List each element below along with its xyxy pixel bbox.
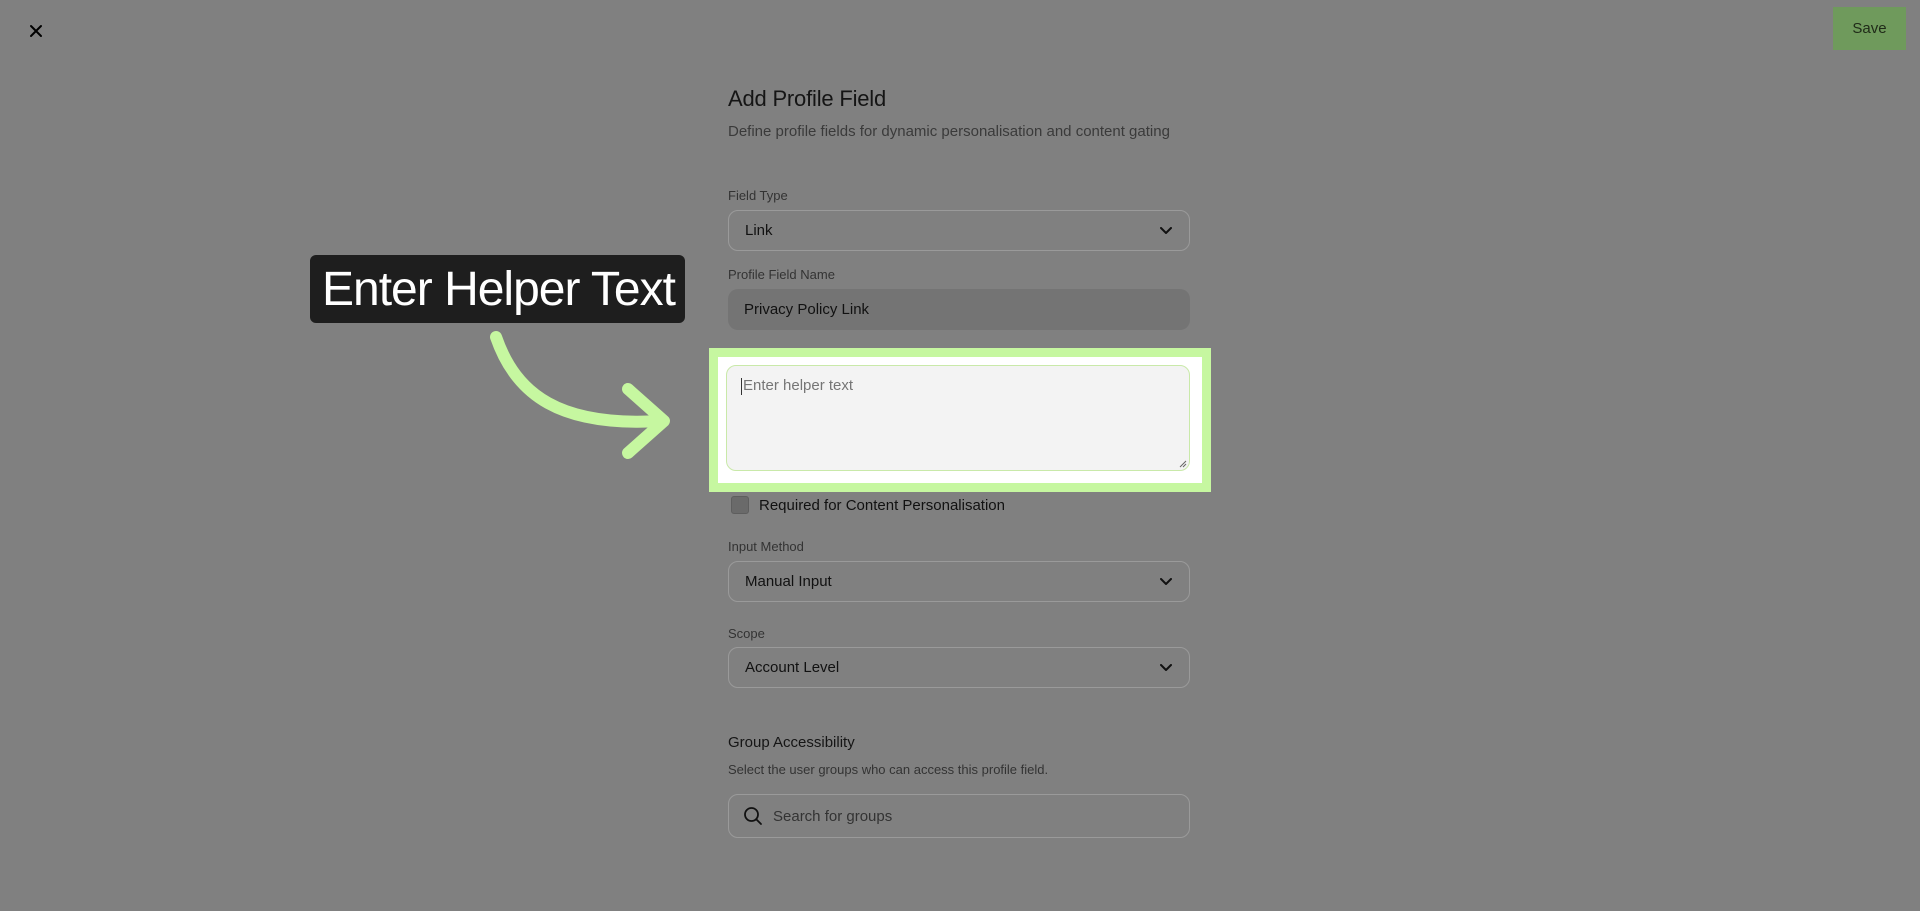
input-method-select[interactable]: Manual Input: [728, 561, 1190, 602]
close-icon: [30, 25, 42, 37]
helper-text-highlight: Enter helper text: [709, 348, 1211, 492]
resize-handle-icon[interactable]: [1179, 460, 1187, 468]
helper-text-textarea[interactable]: Enter helper text: [726, 365, 1190, 471]
group-accessibility-title: Group Accessibility: [728, 734, 855, 751]
field-type-value: Link: [745, 222, 773, 239]
profile-field-name-label: Profile Field Name: [728, 267, 835, 282]
page-title: Add Profile Field: [728, 86, 887, 111]
group-search-input[interactable]: Search for groups: [728, 794, 1190, 838]
helper-text-placeholder: Enter helper text: [743, 377, 854, 394]
chevron-down-icon: [1159, 661, 1173, 675]
group-search-placeholder: Search for groups: [773, 807, 893, 825]
required-checkbox-row[interactable]: Required for Content Personalisation: [728, 496, 1005, 514]
arrow-icon: [490, 331, 670, 459]
page-subtitle: Define profile fields for dynamic person…: [728, 123, 1170, 140]
required-checkbox-label: Required for Content Personalisation: [759, 496, 1005, 514]
helper-text-highlight-inner: Enter helper text: [718, 357, 1202, 483]
save-button[interactable]: Save: [1833, 7, 1906, 50]
input-method-value: Manual Input: [745, 573, 832, 590]
profile-field-name-value: Privacy Policy Link: [744, 301, 870, 318]
close-button[interactable]: [22, 17, 50, 45]
scope-select[interactable]: Account Level: [728, 647, 1190, 688]
search-icon: [744, 807, 762, 825]
group-accessibility-subtitle: Select the user groups who can access th…: [728, 762, 1049, 777]
profile-field-name-input[interactable]: Privacy Policy Link: [728, 289, 1190, 330]
text-caret: [741, 377, 742, 395]
chevron-down-icon: [1159, 224, 1173, 238]
field-type-label: Field Type: [728, 188, 788, 203]
chevron-down-icon: [1159, 575, 1173, 589]
scope-value: Account Level: [745, 659, 840, 676]
scope-label: Scope: [728, 626, 765, 641]
required-checkbox[interactable]: [731, 496, 749, 514]
tooltip-callout: Enter Helper Text: [310, 255, 685, 323]
input-method-label: Input Method: [728, 539, 804, 554]
field-type-select[interactable]: Link: [728, 210, 1190, 251]
